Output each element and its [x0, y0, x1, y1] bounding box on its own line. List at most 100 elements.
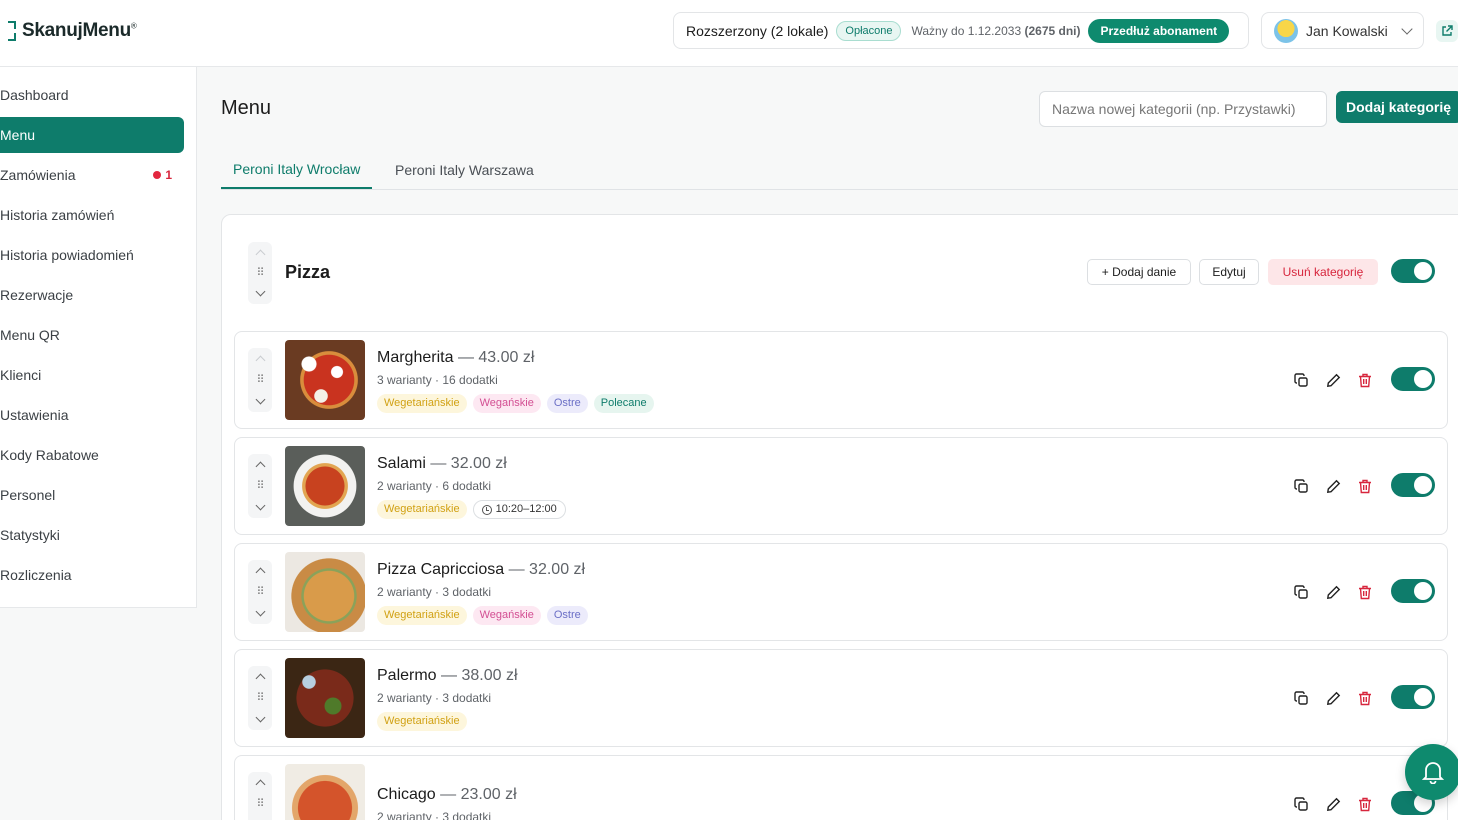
sidebar-item-staff[interactable]: Personel — [0, 477, 184, 513]
dish-reorder-handle[interactable]: ⠿ — [248, 560, 272, 624]
copy-icon[interactable] — [1292, 795, 1310, 813]
sidebar-item-statistics[interactable]: Statystyki — [0, 517, 184, 553]
copy-icon[interactable] — [1292, 689, 1310, 707]
sidebar-item-menu[interactable]: Menu — [0, 117, 184, 153]
dish-price: — 38.00 zł — [441, 667, 518, 684]
sidebar-item-order-history[interactable]: Historia zamówień — [0, 197, 184, 233]
dish-meta: 2 warianty · 3 dodatki — [377, 691, 492, 705]
dish-title: Pizza Capricciosa — 32.00 zł — [377, 561, 585, 579]
grip-icon[interactable]: ⠿ — [256, 374, 264, 386]
copy-icon[interactable] — [1292, 477, 1310, 495]
extend-subscription-button[interactable]: Przedłuż abonament — [1088, 18, 1230, 43]
add-dish-button[interactable]: + Dodaj danie — [1087, 259, 1191, 285]
dish-reorder-handle[interactable]: ⠿ — [248, 454, 272, 518]
move-down-icon[interactable] — [255, 286, 265, 297]
sidebar-item-clients[interactable]: Klienci — [0, 357, 184, 393]
move-down-icon[interactable] — [255, 606, 265, 617]
sidebar-item-label: Historia powiadomień — [0, 247, 134, 263]
logo[interactable]: SkanujMenu® — [0, 19, 137, 43]
pencil-icon[interactable] — [1324, 795, 1342, 813]
delete-category-button[interactable]: Usuń kategorię — [1268, 259, 1378, 285]
dish-image — [285, 658, 365, 738]
pencil-icon[interactable] — [1324, 689, 1342, 707]
move-up-icon[interactable] — [255, 673, 265, 684]
tab-wroclaw[interactable]: Peroni Italy Wrocław — [221, 150, 373, 189]
dish-reorder-handle[interactable]: ⠿ — [248, 348, 272, 412]
dish-visibility-toggle[interactable] — [1391, 579, 1435, 603]
move-down-icon[interactable] — [255, 500, 265, 511]
category-reorder-handle[interactable]: ⠿ — [248, 242, 272, 304]
trash-icon[interactable] — [1356, 689, 1374, 707]
sidebar-item-label: Ustawienia — [0, 407, 69, 423]
grip-icon[interactable]: ⠿ — [256, 798, 264, 810]
sidebar-item-menu-qr[interactable]: Menu QR — [0, 317, 184, 353]
sidebar-item-label: Statystyki — [0, 527, 60, 543]
external-link-icon[interactable] — [1436, 20, 1458, 42]
avatar — [1274, 18, 1298, 43]
category-title: Pizza — [285, 262, 331, 282]
category-visibility-toggle[interactable] — [1391, 259, 1435, 283]
add-category-button[interactable]: Dodaj kategorię — [1336, 91, 1458, 123]
move-up-icon[interactable] — [255, 355, 265, 366]
dish-name: Palermo — [377, 667, 437, 684]
sidebar-item-notification-history[interactable]: Historia powiadomień — [0, 237, 184, 273]
grip-icon[interactable]: ⠿ — [256, 267, 264, 279]
sidebar-item-dashboard[interactable]: Dashboard — [0, 77, 184, 113]
brand-name: SkanujMenu — [22, 20, 131, 41]
dish-tags: Wegetariańskie — [377, 712, 467, 731]
sidebar-item-reservations[interactable]: Rezerwacje — [0, 277, 184, 313]
copy-icon[interactable] — [1292, 371, 1310, 389]
tag-vegetarian: Wegetariańskie — [377, 606, 467, 625]
dish-name: Chicago — [377, 786, 436, 803]
pencil-icon[interactable] — [1324, 477, 1342, 495]
bell-icon — [1422, 762, 1444, 784]
brand-mark: ® — [130, 21, 137, 31]
sidebar-item-discount-codes[interactable]: Kody Rabatowe — [0, 437, 184, 473]
grip-icon[interactable]: ⠿ — [256, 692, 264, 704]
sidebar-item-billing[interactable]: Rozliczenia — [0, 557, 184, 593]
tag-vegan: Wegańskie — [472, 606, 541, 625]
new-category-input[interactable] — [1039, 91, 1327, 127]
trash-icon[interactable] — [1356, 477, 1374, 495]
dish-price: — 32.00 zł — [508, 561, 586, 578]
move-up-icon[interactable] — [255, 779, 265, 790]
move-down-icon[interactable] — [255, 712, 265, 723]
dish-meta: 2 warianty · 3 dodatki — [377, 810, 492, 820]
grip-icon[interactable]: ⠿ — [256, 586, 264, 598]
valid-until-date: Ważny do 1.12.2033 — [911, 23, 1022, 38]
dish-visibility-toggle[interactable] — [1391, 685, 1435, 709]
dish-reorder-handle[interactable]: ⠿ — [248, 666, 272, 730]
trash-icon[interactable] — [1356, 795, 1374, 813]
move-up-icon[interactable] — [255, 567, 265, 578]
move-down-icon[interactable] — [255, 394, 265, 405]
move-up-icon[interactable] — [255, 461, 265, 472]
dish-image — [285, 446, 365, 526]
clock-icon — [481, 504, 492, 515]
dish-meta: 2 warianty · 6 dodatki — [377, 479, 492, 493]
grip-icon[interactable]: ⠿ — [256, 480, 264, 492]
dish-reorder-handle[interactable]: ⠿ — [248, 772, 272, 820]
dish-visibility-toggle[interactable] — [1391, 367, 1435, 391]
tag-spicy: Ostre — [546, 606, 588, 625]
pencil-icon[interactable] — [1324, 371, 1342, 389]
dish-title: Chicago — 23.00 zł — [377, 786, 517, 804]
tag-vegetarian: Wegetariańskie — [377, 394, 467, 413]
notifications-button[interactable] — [1405, 744, 1458, 800]
sidebar-item-label: Menu QR — [0, 327, 60, 343]
dish-visibility-toggle[interactable] — [1391, 473, 1435, 497]
trash-icon[interactable] — [1356, 371, 1374, 389]
move-up-icon[interactable] — [255, 249, 265, 260]
trash-icon[interactable] — [1356, 583, 1374, 601]
pencil-icon[interactable] — [1324, 583, 1342, 601]
edit-category-button[interactable]: Edytuj — [1199, 259, 1259, 285]
sidebar-nav: Dashboard Menu Zamówienia 1 Historia zamó… — [0, 77, 197, 597]
user-menu[interactable]: Jan Kowalski — [1261, 12, 1424, 49]
sidebar-item-label: Rozliczenia — [0, 567, 72, 583]
sidebar-item-settings[interactable]: Ustawienia — [0, 397, 184, 433]
sidebar-item-orders[interactable]: Zamówienia 1 — [0, 157, 184, 193]
copy-icon[interactable] — [1292, 583, 1310, 601]
tag-spicy: Ostre — [546, 394, 588, 413]
user-name: Jan Kowalski — [1306, 22, 1388, 39]
tab-warszawa[interactable]: Peroni Italy Warszawa — [383, 150, 546, 189]
dish-row: ⠿ Pizza Capricciosa — 32.00 zł 2 wariant… — [234, 543, 1448, 641]
